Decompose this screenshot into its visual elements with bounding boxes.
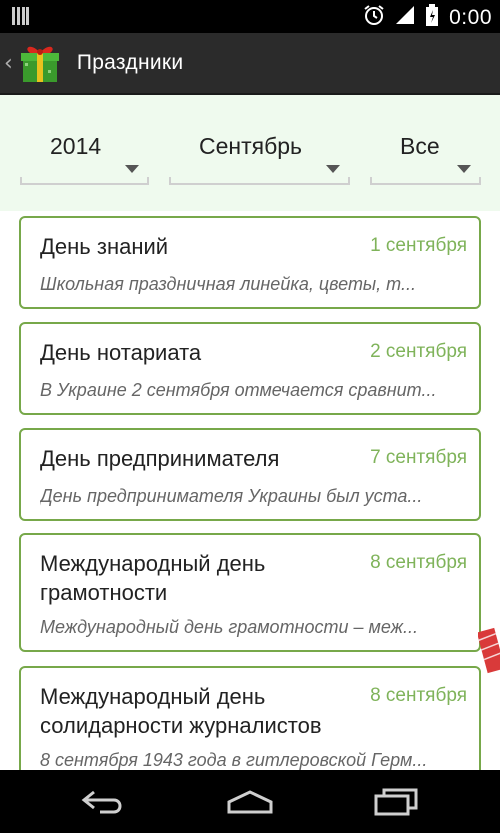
up-button[interactable]: ‹ — [0, 33, 63, 93]
holiday-title: Международный день грамотности — [40, 551, 266, 605]
list-item[interactable]: День предпринимателя 7 сентября День пре… — [19, 428, 481, 521]
recents-button[interactable] — [356, 780, 436, 824]
back-button[interactable] — [64, 780, 144, 824]
holiday-date: 1 сентября — [370, 235, 467, 256]
back-icon — [81, 790, 122, 814]
spinner-underline — [370, 183, 481, 185]
holiday-description: Школьная праздничная линейка, цветы, т..… — [40, 274, 416, 294]
year-value: 2014 — [50, 133, 102, 159]
list-item[interactable]: Международный день солидарности журналис… — [19, 666, 481, 770]
list-item[interactable]: Международный день грамотности 8 сентябр… — [19, 533, 481, 652]
alarm-icon — [363, 4, 385, 31]
chevron-down-icon — [457, 165, 471, 173]
holiday-description: День предпринимателя Украины был уста... — [40, 486, 423, 506]
spinner-underline — [20, 183, 149, 185]
status-bar: 0:00 — [0, 0, 500, 33]
signal-icon — [395, 5, 415, 30]
holiday-date: 7 сентября — [370, 447, 467, 468]
holiday-date: 2 сентября — [370, 341, 467, 362]
month-value: Сентябрь — [199, 133, 303, 159]
spinner-underline — [169, 183, 350, 185]
chevron-down-icon — [125, 165, 139, 173]
holiday-title: День предпринимателя — [40, 446, 280, 471]
holiday-title: День знаний — [40, 234, 169, 259]
rocket-decoration-icon — [478, 627, 500, 674]
home-button[interactable] — [210, 780, 290, 824]
chevron-down-icon — [326, 165, 340, 173]
holiday-title: День нотариата — [40, 340, 202, 365]
gift-icon — [20, 46, 59, 82]
battery-icon — [425, 4, 439, 31]
action-bar: ‹ Праздники — [0, 33, 500, 95]
category-value: Все — [400, 133, 440, 159]
notification-icon — [10, 6, 30, 31]
holiday-description: Международный день грамотности – меж... — [40, 617, 419, 637]
year-spinner[interactable]: 2014 — [20, 123, 149, 185]
category-spinner[interactable]: Все — [370, 123, 481, 185]
filter-bar: 2014 Сентябрь Все — [0, 95, 500, 211]
home-icon — [227, 790, 273, 814]
holiday-date: 8 сентября — [370, 685, 467, 706]
holiday-date: 8 сентября — [370, 552, 467, 573]
list-item[interactable]: День нотариата 2 сентября В Украине 2 се… — [19, 322, 481, 415]
navigation-bar — [0, 770, 500, 833]
holiday-description: 8 сентября 1943 года в гитлеровской Герм… — [40, 750, 428, 770]
holiday-title: Международный день солидарности журналис… — [40, 684, 322, 738]
page-title: Праздники — [76, 51, 184, 74]
holiday-description: В Украине 2 сентября отмечается сравнит.… — [40, 380, 437, 400]
holiday-list[interactable]: День знаний 1 сентября Школьная празднич… — [0, 211, 500, 770]
list-item[interactable]: День знаний 1 сентября Школьная празднич… — [19, 216, 481, 309]
status-time: 0:00 — [449, 5, 492, 29]
recents-icon — [374, 788, 418, 816]
chevron-left-icon: ‹ — [4, 50, 13, 76]
month-spinner[interactable]: Сентябрь — [169, 123, 350, 185]
